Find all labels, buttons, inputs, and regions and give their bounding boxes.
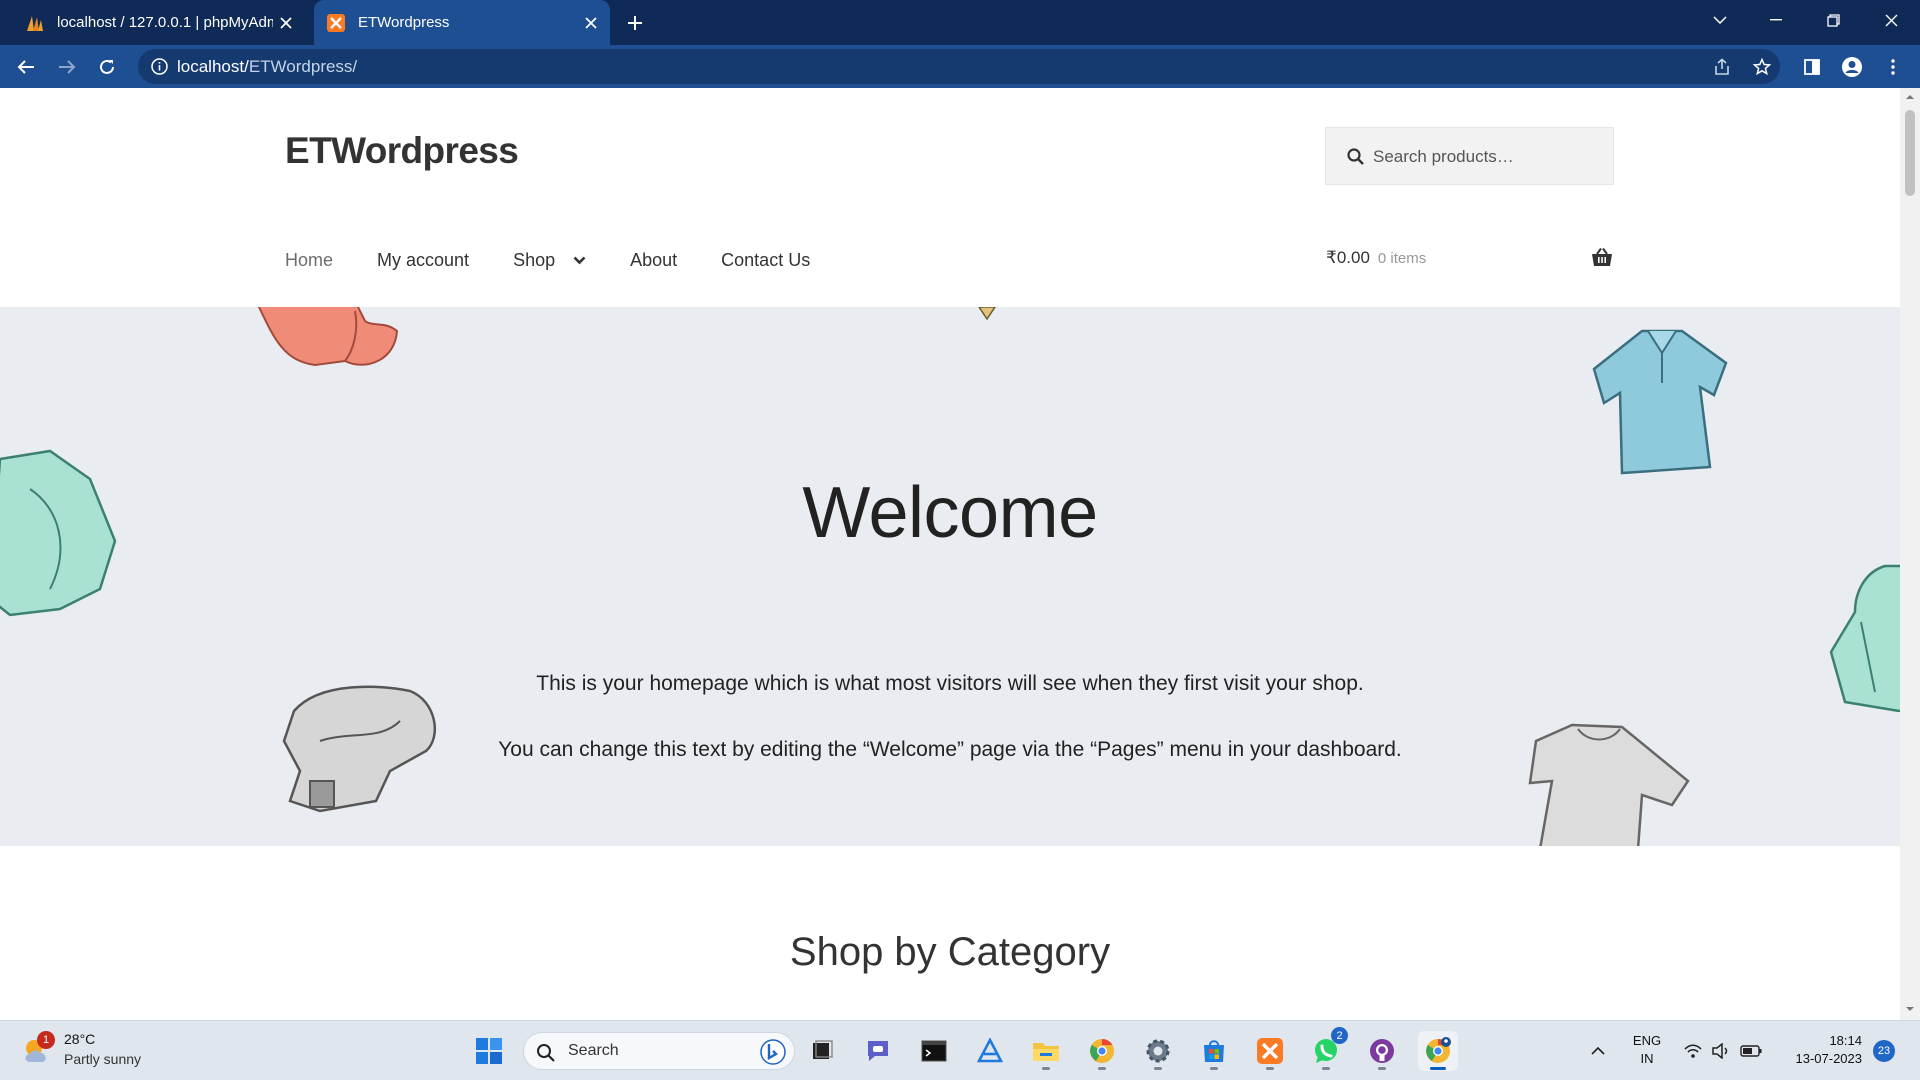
windows-logo-icon [476,1038,502,1064]
web-page: ETWordpress Home My account Shop About C… [0,88,1900,1020]
scroll-down-icon[interactable] [1905,1004,1915,1014]
microsoft-store-icon[interactable] [1194,1031,1234,1071]
terminal-icon[interactable] [914,1031,954,1071]
running-indicator [1430,1067,1446,1070]
nav-shop-label: Shop [513,249,556,270]
primary-nav: Home My account Shop About Contact Us [285,245,854,275]
language-code: ENG [1632,1033,1662,1048]
running-indicator [1210,1067,1218,1070]
phpmyadmin-icon [25,13,45,33]
tab-title: ETWordpress [358,14,450,31]
taskbar-search-label: Search [568,1042,619,1059]
start-button[interactable] [469,1031,509,1071]
hero-text-line-1: This is your homepage which is what most… [536,672,1364,695]
minimize-icon[interactable] [1756,0,1796,40]
menu-kebab-icon[interactable] [1877,51,1909,83]
nav-about[interactable]: About [630,250,677,271]
section-title-shop-by-category: Shop by Category [789,930,1111,974]
github-desktop-icon[interactable] [1362,1031,1402,1071]
browser-tab-strip: localhost / 127.0.0.1 | phpMyAdmin ETWor… [0,0,1920,45]
hero-text-line-2: You can change this text by editing the … [498,738,1402,761]
whatsapp-unread-badge: 2 [1331,1027,1348,1044]
running-indicator [1042,1067,1050,1070]
bookmark-star-icon[interactable] [1746,51,1778,83]
whatsapp-icon[interactable]: 2 [1306,1027,1348,1071]
windows-taskbar: 1 28°C Partly sunny Search 2 ENG IN 18:1… [0,1020,1920,1080]
url-text: localhost/ETWordpress/ [177,57,358,76]
clock-date: 13-07-2023 [1795,1051,1863,1066]
hoodie-coral-image [257,307,399,367]
browser-toolbar: localhost/ETWordpress/ [0,45,1920,88]
running-indicator [1378,1067,1386,1070]
chrome-icon[interactable] [1418,1031,1458,1071]
show-hidden-icons-chevron-up-icon[interactable] [1580,1021,1616,1080]
bing-icon[interactable] [760,1039,786,1065]
system-clock[interactable]: 18:14 13-07-2023 [1778,1032,1863,1068]
battery-icon[interactable] [1736,1021,1766,1080]
settings-icon[interactable] [1138,1031,1178,1071]
wifi-icon[interactable] [1678,1021,1708,1080]
new-tab-button[interactable] [620,8,650,38]
search-icon [537,1044,555,1062]
weather-temp: 28°C [64,1031,96,1047]
volume-icon[interactable] [1708,1021,1734,1080]
side-panel-icon[interactable] [1796,51,1828,83]
weather-alert-badge: 1 [37,1031,55,1049]
tab-etwordpress[interactable]: ETWordpress [314,0,610,45]
close-window-icon[interactable] [1871,0,1911,40]
search-icon [1347,148,1364,165]
chrome-canary-icon[interactable] [1082,1031,1122,1071]
teams-chat-icon[interactable] [858,1031,898,1071]
search-input[interactable] [1373,140,1603,174]
scroll-thumb[interactable] [1905,110,1915,196]
chevron-down-icon[interactable] [573,256,586,265]
task-view-icon[interactable] [802,1031,842,1071]
running-indicator [1098,1067,1106,1070]
tab-phpmyadmin[interactable]: localhost / 127.0.0.1 | phpMyAdmin [13,0,305,45]
nav-shop[interactable]: Shop [513,250,586,271]
close-tab-icon[interactable] [273,10,299,36]
nav-contact-us[interactable]: Contact Us [721,250,810,271]
notification-badge[interactable]: 23 [1873,1040,1895,1062]
address-bar[interactable]: localhost/ETWordpress/ [138,49,1780,84]
running-indicator [1154,1067,1162,1070]
product-search[interactable] [1325,127,1614,185]
file-explorer-icon[interactable] [1026,1031,1066,1071]
running-indicator [1266,1067,1274,1070]
back-button[interactable] [10,51,42,83]
azure-data-studio-icon[interactable] [970,1031,1010,1071]
clock-time: 18:14 [1829,1033,1862,1048]
hero-banner: Welcome This is your homepage which is w… [0,307,1900,846]
site-title[interactable]: ETWordpress [285,130,519,172]
tab-search-icon[interactable] [1700,0,1740,40]
running-indicator [1322,1067,1330,1070]
scroll-up-icon[interactable] [1905,92,1915,102]
profile-icon[interactable] [1836,51,1868,83]
close-tab-icon[interactable] [578,10,604,36]
share-icon[interactable] [1706,51,1738,83]
site-info-icon[interactable] [150,57,169,76]
xampp-icon [326,13,346,33]
nav-home[interactable]: Home [285,250,333,271]
basket-icon[interactable] [1591,247,1613,267]
polo-shirt-blue-image [1592,329,1728,475]
restore-icon[interactable] [1813,0,1853,40]
reload-button[interactable] [91,51,123,83]
cart-count: 0 items [1377,250,1427,267]
region-code: IN [1640,1051,1654,1066]
taskbar-search[interactable]: Search [523,1032,795,1070]
input-language[interactable]: ENG IN [1630,1032,1664,1068]
pendant-image [978,307,996,321]
xampp-icon[interactable] [1250,1031,1290,1071]
nav-my-account[interactable]: My account [377,250,469,271]
cart-amount: ₹0.00 [1326,248,1370,267]
forward-button[interactable] [51,51,83,83]
page-scrollbar[interactable] [1900,88,1920,1020]
weather-condition: Partly sunny [64,1051,142,1067]
weather-widget[interactable]: 1 28°C Partly sunny [22,1030,172,1072]
tab-title: localhost / 127.0.0.1 | phpMyAdmin [57,14,273,31]
hero-heading: Welcome [802,473,1098,553]
cart-summary[interactable]: ₹0.00 0 items [1326,248,1426,268]
